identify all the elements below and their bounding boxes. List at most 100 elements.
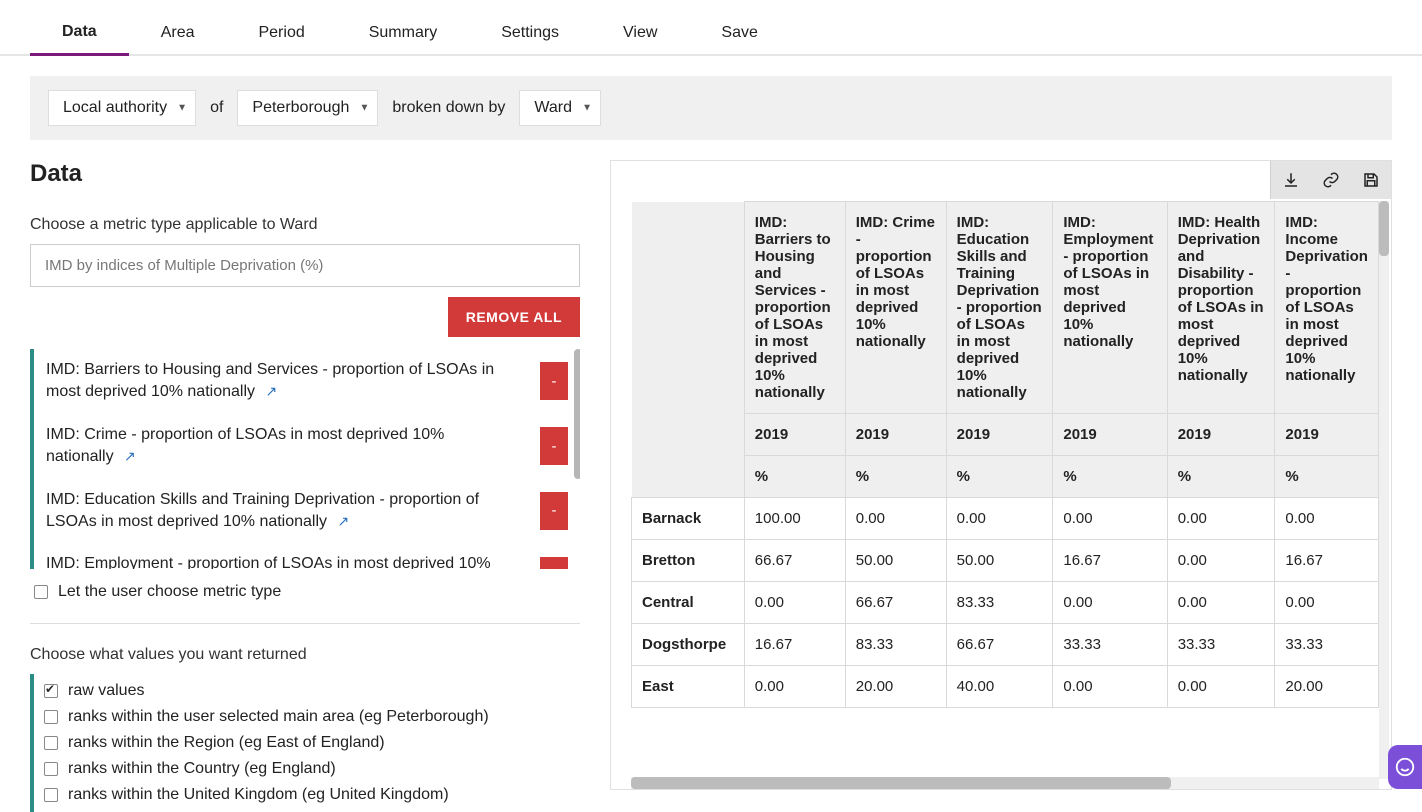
- let-user-label: Let the user choose metric type: [58, 583, 281, 601]
- remove-metric-button[interactable]: -: [540, 362, 568, 400]
- column-unit: %: [1053, 456, 1167, 498]
- cell-value: 50.00: [845, 540, 946, 582]
- table-scroll-region[interactable]: IMD: Barriers to Housing and Services - …: [631, 201, 1379, 781]
- cell-value: 66.67: [946, 624, 1053, 666]
- table-row: Bretton66.6750.0050.0016.670.0016.67: [632, 540, 1379, 582]
- vertical-scrollbar[interactable]: [1379, 201, 1389, 779]
- remove-metric-button[interactable]: -: [540, 492, 568, 530]
- let-user-checkbox[interactable]: [34, 585, 48, 599]
- tab-save[interactable]: Save: [689, 10, 789, 54]
- table-row: Central0.0066.6783.330.000.000.00: [632, 582, 1379, 624]
- tab-summary[interactable]: Summary: [337, 10, 469, 54]
- link-icon: [1322, 171, 1340, 189]
- row-name: Central: [632, 582, 745, 624]
- cell-value: 0.00: [1275, 582, 1379, 624]
- metric-list: IMD: Barriers to Housing and Services - …: [30, 349, 580, 569]
- area-select[interactable]: Peterborough ▼: [237, 90, 378, 126]
- save-icon: [1362, 171, 1380, 189]
- tab-area[interactable]: Area: [129, 10, 227, 54]
- values-hint: Choose what values you want returned: [30, 646, 580, 664]
- value-label: ranks within the Region (eg East of Engl…: [68, 734, 385, 752]
- metric-item: IMD: Education Skills and Training Depri…: [34, 479, 580, 544]
- column-header: IMD: Income Deprivation - proportion of …: [1275, 202, 1379, 414]
- column-unit: %: [946, 456, 1053, 498]
- column-year: 2019: [845, 414, 946, 456]
- cell-value: 66.67: [845, 582, 946, 624]
- column-header: IMD: Education Skills and Training Depri…: [946, 202, 1053, 414]
- remove-all-button[interactable]: REMOVE ALL: [448, 297, 580, 337]
- link-button[interactable]: [1311, 161, 1351, 199]
- value-label: ranks within the user selected main area…: [68, 708, 489, 726]
- column-unit: %: [1275, 456, 1379, 498]
- chevron-down-icon: ▼: [359, 103, 369, 114]
- value-label: raw values: [68, 682, 144, 700]
- cell-value: 33.33: [1275, 624, 1379, 666]
- cell-value: 16.67: [1275, 540, 1379, 582]
- value-checkbox[interactable]: [44, 736, 58, 750]
- cell-value: 0.00: [946, 498, 1053, 540]
- remove-metric-button[interactable]: -: [540, 427, 568, 465]
- column-unit: %: [845, 456, 946, 498]
- data-table-panel: IMD: Barriers to Housing and Services - …: [610, 160, 1392, 790]
- metric-type-input[interactable]: IMD by indices of Multiple Deprivation (…: [30, 244, 580, 287]
- column-year: 2019: [1053, 414, 1167, 456]
- value-option: raw values: [44, 678, 580, 704]
- column-header: IMD: Crime - proportion of LSOAs in most…: [845, 202, 946, 414]
- value-checkbox[interactable]: [44, 762, 58, 776]
- row-name: Barnack: [632, 498, 745, 540]
- tab-view[interactable]: View: [591, 10, 689, 54]
- label-broken-down: broken down by: [392, 99, 505, 117]
- unit-select[interactable]: Ward ▼: [519, 90, 601, 126]
- cell-value: 0.00: [845, 498, 946, 540]
- download-icon: [1282, 171, 1300, 189]
- column-year: 2019: [744, 414, 845, 456]
- tab-settings[interactable]: Settings: [469, 10, 591, 54]
- tab-period[interactable]: Period: [226, 10, 336, 54]
- save-button[interactable]: [1351, 161, 1391, 199]
- value-checkbox[interactable]: [44, 788, 58, 802]
- value-checkbox[interactable]: [44, 684, 58, 698]
- tab-data[interactable]: Data: [30, 9, 129, 56]
- cell-value: 33.33: [1167, 624, 1275, 666]
- cell-value: 40.00: [946, 666, 1053, 708]
- scrollbar-thumb[interactable]: [1379, 201, 1389, 256]
- cell-value: 83.33: [845, 624, 946, 666]
- column-header: IMD: Employment - proportion of LSOAs in…: [1053, 202, 1167, 414]
- page-title: Data: [30, 160, 580, 188]
- divider: [30, 623, 580, 624]
- metric-label: IMD: Education Skills and Training Depri…: [46, 489, 516, 534]
- remove-metric-button[interactable]: -: [540, 557, 568, 569]
- external-link-icon[interactable]: ↗: [124, 447, 136, 467]
- cell-value: 16.67: [1053, 540, 1167, 582]
- external-link-icon[interactable]: ↗: [265, 382, 277, 402]
- column-header: IMD: Health Deprivation and Disability -…: [1167, 202, 1275, 414]
- value-option: ranks within the United Kingdom (eg Unit…: [44, 782, 580, 808]
- cell-value: 0.00: [1167, 498, 1275, 540]
- metric-item: IMD: Employment - proportion of LSOAs in…: [34, 543, 580, 569]
- cell-value: 0.00: [744, 582, 845, 624]
- cell-value: 33.33: [1053, 624, 1167, 666]
- external-link-icon[interactable]: ↗: [337, 512, 349, 532]
- column-year: 2019: [946, 414, 1053, 456]
- area-filter-bar: Local authority ▼ of Peterborough ▼ brok…: [30, 76, 1392, 140]
- column-unit: %: [744, 456, 845, 498]
- value-checkbox[interactable]: [44, 710, 58, 724]
- cell-value: 0.00: [744, 666, 845, 708]
- scrollbar-thumb[interactable]: [574, 349, 580, 479]
- metric-label: IMD: Employment - proportion of LSOAs in…: [46, 553, 516, 569]
- row-name: Dogsthorpe: [632, 624, 745, 666]
- data-table: IMD: Barriers to Housing and Services - …: [631, 201, 1379, 708]
- cell-value: 0.00: [1053, 498, 1167, 540]
- chevron-down-icon: ▼: [582, 103, 592, 114]
- feedback-widget[interactable]: [1388, 745, 1422, 789]
- scrollbar-thumb[interactable]: [631, 777, 1171, 789]
- horizontal-scrollbar[interactable]: [631, 777, 1379, 789]
- row-name: East: [632, 666, 745, 708]
- cell-value: 83.33: [946, 582, 1053, 624]
- cell-value: 0.00: [1053, 666, 1167, 708]
- metric-item: IMD: Crime - proportion of LSOAs in most…: [34, 414, 580, 479]
- table-toolbar: [1270, 161, 1391, 199]
- value-label: ranks within the United Kingdom (eg Unit…: [68, 786, 449, 804]
- level-select[interactable]: Local authority ▼: [48, 90, 196, 126]
- download-button[interactable]: [1271, 161, 1311, 199]
